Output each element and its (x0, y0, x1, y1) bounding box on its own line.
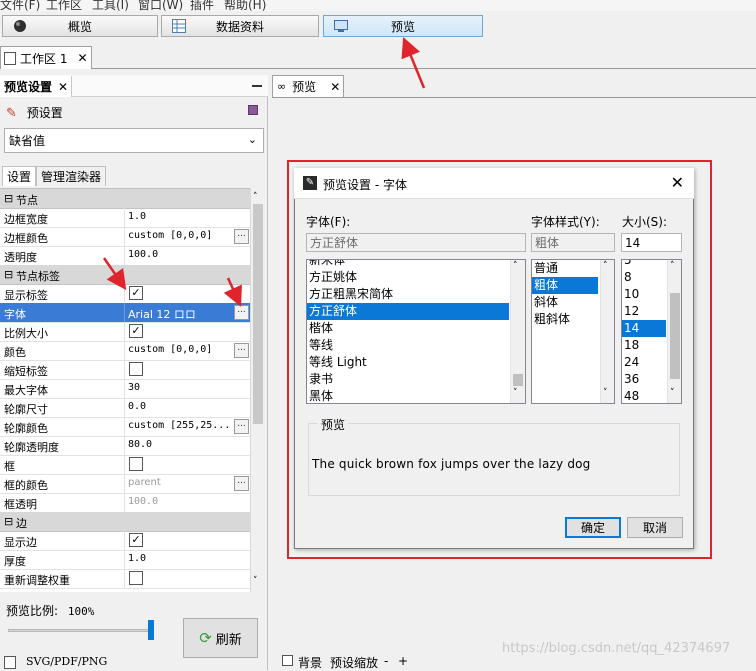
arrow-to-show-labels (102, 257, 127, 291)
annotation-arrows (102, 37, 426, 307)
arrow-to-preview-tab (401, 37, 426, 89)
arrow-to-font-button (223, 277, 242, 307)
